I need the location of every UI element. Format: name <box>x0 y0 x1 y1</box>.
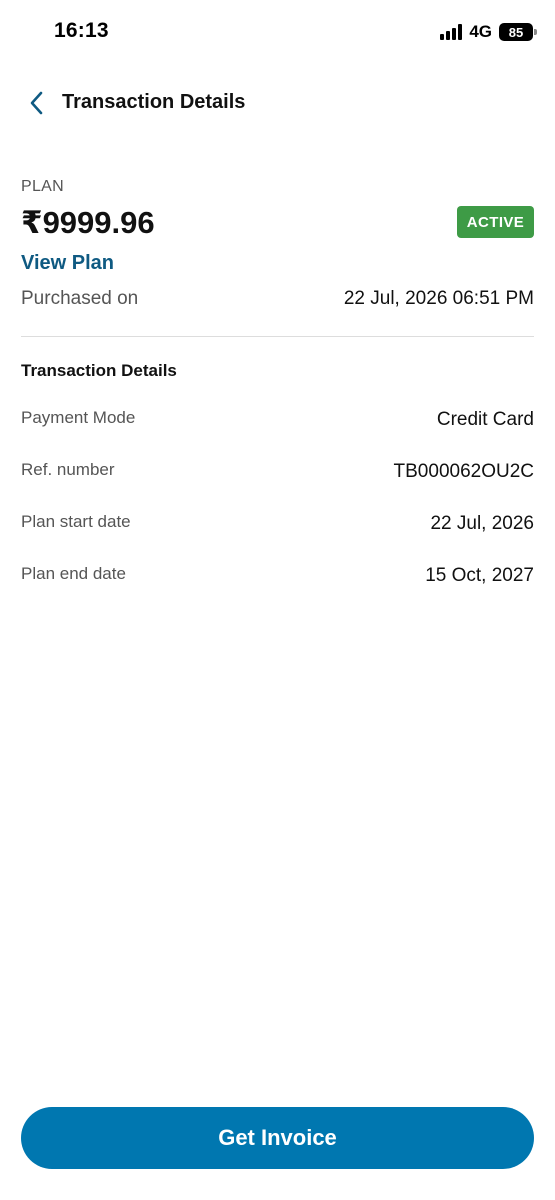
purchased-value: 22 Jul, 2026 06:51 PM <box>343 288 534 309</box>
network-label: 4G <box>469 22 492 41</box>
details-section-title: Transaction Details <box>21 361 177 380</box>
payment-mode-value: Credit Card <box>436 409 534 430</box>
status-time: 16:13 <box>54 19 109 42</box>
ref-number-value: TB000062OU2C <box>393 461 534 482</box>
get-invoice-button[interactable]: Get Invoice <box>21 1107 534 1169</box>
divider <box>21 336 534 337</box>
header: Transaction Details <box>0 80 555 126</box>
plan-end-date-value: 15 Oct, 2027 <box>425 565 534 586</box>
back-button[interactable] <box>22 88 52 118</box>
payment-mode-label: Payment Mode <box>21 408 136 427</box>
plan-amount: ₹9999.96 <box>21 205 155 240</box>
signal-icon <box>440 24 463 40</box>
battery-icon: 85 <box>499 23 537 41</box>
status-indicators: 4G 85 <box>440 21 537 43</box>
purchased-label: Purchased on <box>21 288 139 309</box>
ref-number-label: Ref. number <box>21 460 115 479</box>
page-title: Transaction Details <box>62 91 246 113</box>
chevron-left-icon <box>30 91 43 115</box>
plan-end-date-label: Plan end date <box>21 564 126 583</box>
plan-start-date-value: 22 Jul, 2026 <box>430 513 534 534</box>
battery-level: 85 <box>508 24 524 40</box>
plan-label: PLAN <box>21 178 64 195</box>
plan-start-date-label: Plan start date <box>21 512 131 531</box>
status-bar: 16:13 4G 85 <box>0 0 555 62</box>
view-plan-link[interactable]: View Plan <box>21 252 114 275</box>
status-badge: ACTIVE <box>457 206 534 238</box>
